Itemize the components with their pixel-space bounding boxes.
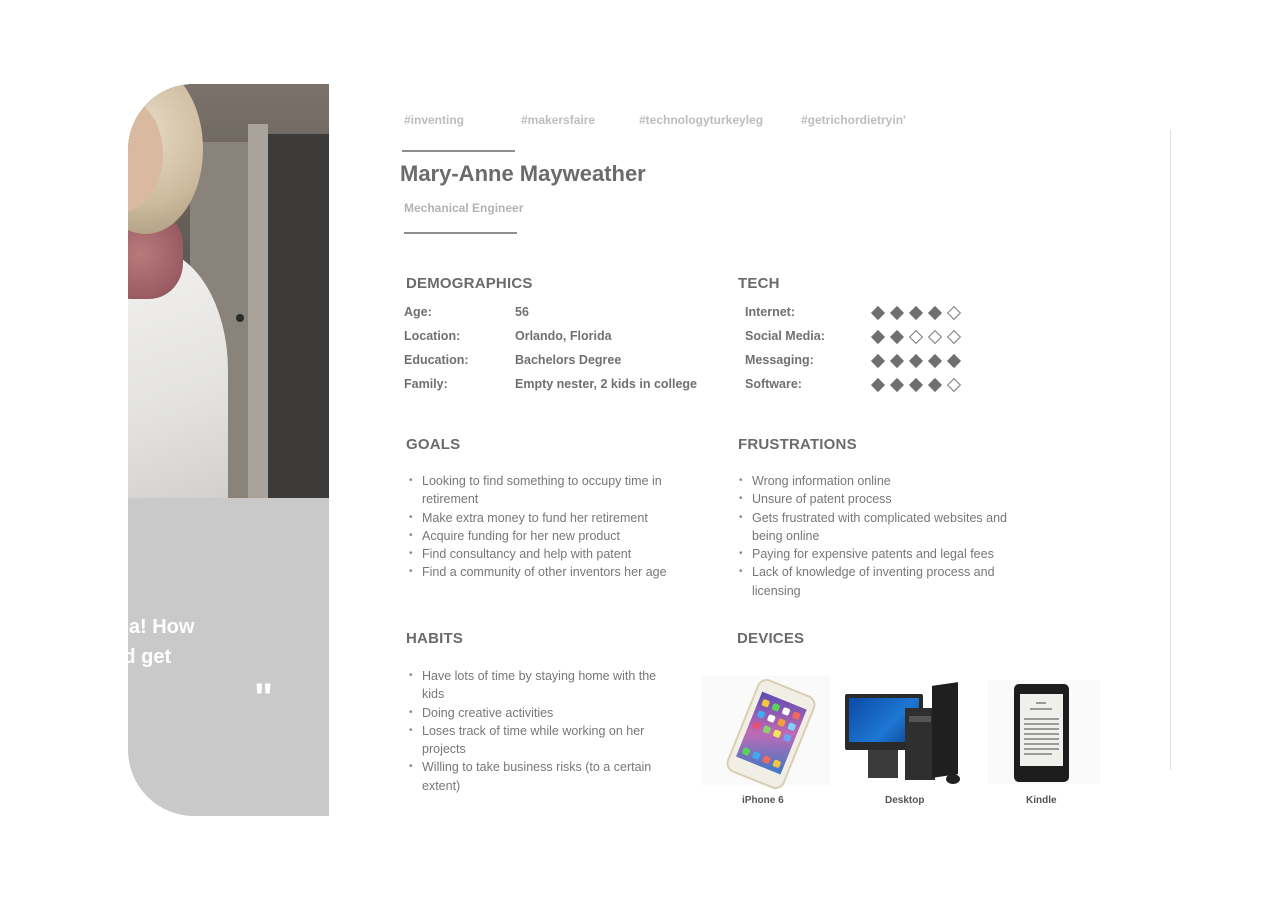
empty-diamond-icon bbox=[927, 329, 943, 345]
devices-title: DEVICES bbox=[737, 630, 805, 647]
demographics-value-age: 56 bbox=[515, 305, 529, 319]
filled-diamond-icon bbox=[927, 305, 943, 321]
filled-diamond-icon bbox=[927, 353, 943, 369]
demographics-value-family: Empty nester, 2 kids in college bbox=[515, 377, 698, 391]
filled-diamond-icon bbox=[908, 377, 924, 393]
demographics-value-education: Bachelors Degree bbox=[515, 353, 622, 367]
frustrations-title: FRUSTRATIONS bbox=[738, 436, 857, 453]
hashtag-makersfaire: #makersfaire bbox=[521, 113, 596, 127]
frustration-item: Lack of knowledge of inventing process a… bbox=[736, 563, 1036, 600]
filled-diamond-icon bbox=[889, 305, 905, 321]
goal-item: Make extra money to fund her retirement bbox=[406, 509, 696, 528]
persona-role: Mechanical Engineer bbox=[404, 201, 524, 215]
tech-label-software: Software: bbox=[745, 377, 802, 391]
filled-diamond-icon bbox=[889, 377, 905, 393]
frustration-item: Unsure of patent process bbox=[736, 490, 1036, 509]
tech-label-social-media: Social Media: bbox=[745, 329, 825, 343]
demographics-label-age: Age: bbox=[404, 305, 432, 319]
tech-rating-internet bbox=[870, 305, 962, 321]
filled-diamond-icon bbox=[870, 329, 886, 345]
filled-diamond-icon bbox=[908, 353, 924, 369]
frustration-item: Gets frustrated with complicated website… bbox=[736, 509, 1036, 546]
tech-label-internet: Internet: bbox=[745, 305, 795, 319]
frustration-item: Paying for expensive patents and legal f… bbox=[736, 545, 1036, 564]
quote-mark-icon: " bbox=[254, 676, 275, 720]
tech-rating-software bbox=[870, 377, 962, 393]
filled-diamond-icon bbox=[927, 377, 943, 393]
device-label-kindle: Kindle bbox=[1026, 795, 1057, 806]
frustrations-list: Wrong information online Unsure of paten… bbox=[736, 472, 1036, 600]
filled-diamond-icon bbox=[946, 353, 962, 369]
demographics-label-family: Family: bbox=[404, 377, 448, 391]
demographics-title: DEMOGRAPHICS bbox=[406, 275, 533, 292]
habit-item: Willing to take business risks (to a cer… bbox=[406, 758, 676, 795]
habit-item: Have lots of time by staying home with t… bbox=[406, 667, 676, 704]
empty-diamond-icon bbox=[946, 377, 962, 393]
persona-card-left: Idea! How and get " bbox=[128, 84, 329, 816]
filled-diamond-icon bbox=[870, 377, 886, 393]
device-label-iphone: iPhone 6 bbox=[742, 795, 784, 806]
divider-top bbox=[402, 150, 515, 152]
demographics-label-education: Education: bbox=[404, 353, 469, 367]
tech-rating-social-media bbox=[870, 329, 962, 345]
demographics-value-location: Orlando, Florida bbox=[515, 329, 612, 343]
card-border bbox=[1170, 130, 1171, 770]
goals-title: GOALS bbox=[406, 436, 461, 453]
habit-item: Doing creative activities bbox=[406, 704, 676, 723]
filled-diamond-icon bbox=[889, 329, 905, 345]
goal-item: Find consultancy and help with patent bbox=[406, 545, 696, 564]
tech-title: TECH bbox=[738, 275, 780, 292]
filled-diamond-icon bbox=[870, 305, 886, 321]
filled-diamond-icon bbox=[870, 353, 886, 369]
tech-label-messaging: Messaging: bbox=[745, 353, 814, 367]
persona-photo bbox=[128, 84, 329, 498]
frustration-item: Wrong information online bbox=[736, 472, 1036, 491]
goals-list: Looking to find something to occupy time… bbox=[406, 472, 696, 582]
device-label-desktop: Desktop bbox=[885, 795, 925, 806]
persona-name: Mary-Anne Mayweather bbox=[400, 161, 646, 186]
habits-list: Have lots of time by staying home with t… bbox=[406, 667, 676, 795]
goal-item: Find a community of other inventors her … bbox=[406, 563, 696, 582]
tech-rating-messaging bbox=[870, 353, 962, 369]
goal-item: Looking to find something to occupy time… bbox=[406, 472, 696, 509]
empty-diamond-icon bbox=[908, 329, 924, 345]
demographics-label-location: Location: bbox=[404, 329, 461, 343]
persona-quote: Idea! How and get bbox=[128, 616, 195, 668]
habit-item: Loses track of time while working on her… bbox=[406, 722, 676, 759]
filled-diamond-icon bbox=[908, 305, 924, 321]
divider-bottom bbox=[404, 232, 517, 234]
goal-item: Acquire funding for her new product bbox=[406, 527, 696, 546]
empty-diamond-icon bbox=[946, 329, 962, 345]
filled-diamond-icon bbox=[889, 353, 905, 369]
hashtag-inventing: #inventing bbox=[404, 113, 465, 127]
hashtag-getrichordietryin: #getrichordietryin' bbox=[801, 113, 906, 127]
empty-diamond-icon bbox=[946, 305, 962, 321]
habits-title: HABITS bbox=[406, 630, 464, 647]
hashtag-technologyturkeyleg: #technologyturkeyleg bbox=[639, 113, 764, 127]
